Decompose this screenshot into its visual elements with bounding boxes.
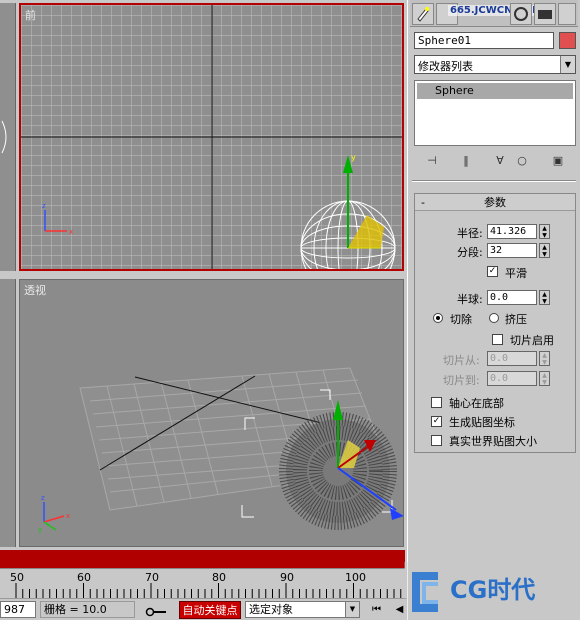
slice-from-spinner[interactable]: ▲ ▼	[539, 351, 550, 366]
front-viewport-label[interactable]: 前	[25, 7, 36, 23]
real-world-map-label: 真实世界贴图大小	[449, 435, 537, 448]
base-to-pivot-checkbox[interactable]	[431, 397, 442, 408]
app-window: y z x 前 z x y 透视 50 60 70 80 90 100 987 …	[0, 0, 580, 620]
chevron-down-icon[interactable]: ▼	[345, 602, 359, 617]
coordinate-field[interactable]: 987	[0, 601, 36, 618]
segments-label: 分段:	[457, 246, 483, 259]
stack-toolbar: ⊣ ‖ ∀ ○ ▣	[414, 151, 576, 173]
cg-logo: CG时代	[404, 562, 580, 620]
perspective-viewport[interactable]: z x y 透视	[19, 279, 404, 547]
configure-sets-icon[interactable]: ▣	[550, 153, 566, 169]
object-name-input[interactable]: Sphere01	[414, 32, 554, 49]
chevron-down-icon[interactable]: ▼	[560, 56, 575, 73]
create-tab-icon[interactable]	[412, 3, 434, 25]
svg-text:x: x	[66, 512, 70, 520]
slice-to-label: 切片到:	[443, 374, 480, 387]
hemisphere-label: 半球:	[457, 293, 483, 306]
parameters-rollout-header[interactable]: - 参数	[415, 194, 575, 211]
svg-text:y: y	[351, 153, 356, 162]
auto-key-button[interactable]: 自动关键点	[179, 601, 241, 619]
real-world-map-checkbox[interactable]	[431, 435, 442, 446]
front-viewport[interactable]: y z x 前	[19, 3, 404, 271]
cg-logo-text: CG时代	[450, 576, 536, 604]
show-end-result-icon[interactable]: ‖	[458, 153, 474, 169]
left-viewport-edge-lower[interactable]	[0, 279, 16, 547]
slice-to-spinner[interactable]: ▲ ▼	[539, 371, 550, 386]
squash-label: 挤压	[505, 313, 527, 326]
base-to-pivot-label: 轴心在底部	[449, 397, 504, 410]
timeline-bar[interactable]	[0, 550, 405, 568]
motion-tab-icon[interactable]	[510, 3, 532, 25]
tick-label: 100	[345, 571, 366, 584]
svg-text:x: x	[69, 228, 73, 236]
front-viewport-canvas: y z x	[21, 5, 402, 269]
slice-on-label: 切片启用	[510, 334, 554, 347]
chop-radio[interactable]	[433, 313, 443, 323]
svg-text:y: y	[38, 526, 42, 534]
command-panel: 665.JCWCN.COM Sphere01 修改器列表 ▼ Sphere ⊣ …	[407, 0, 580, 620]
modifier-list-label: 修改器列表	[418, 60, 473, 73]
gen-mapping-checkbox[interactable]: ✓	[431, 416, 442, 427]
key-icon[interactable]	[145, 607, 167, 617]
collapse-icon[interactable]: -	[421, 194, 425, 211]
hemisphere-input[interactable]: 0.0	[487, 290, 537, 305]
go-to-start-icon[interactable]: ⏮	[368, 602, 385, 618]
remove-modifier-icon[interactable]: ○	[514, 153, 530, 169]
parameters-rollout: - 参数 半径: 41.326 ▲ ▼ 分段: 32 ▲ ▼ ✓ 平滑 半球: 0.…	[414, 193, 576, 453]
command-panel-tabs: 665.JCWCN.COM	[410, 0, 578, 27]
hemisphere-spinner[interactable]: ▲ ▼	[539, 290, 550, 305]
segments-spinner[interactable]: ▲ ▼	[539, 243, 550, 258]
tick-label: 50	[10, 571, 24, 584]
squash-radio[interactable]	[489, 313, 499, 323]
modifier-stack[interactable]: Sphere	[414, 80, 576, 146]
smooth-checkbox[interactable]: ✓	[487, 266, 498, 277]
selection-dropdown[interactable]: 选定对象 ▼	[245, 601, 360, 618]
tick-label: 70	[145, 571, 159, 584]
pin-stack-icon[interactable]: ⊣	[424, 153, 440, 169]
slice-on-checkbox[interactable]	[492, 334, 503, 345]
slice-from-input[interactable]: 0.0	[487, 351, 537, 366]
perspective-viewport-label[interactable]: 透视	[24, 282, 46, 298]
svg-text:z: z	[42, 202, 46, 210]
radius-label: 半径:	[457, 227, 483, 240]
tick-label: 80	[212, 571, 226, 584]
perspective-viewport-canvas: z x y	[38, 367, 403, 534]
radius-input[interactable]: 41.326	[487, 224, 537, 239]
modifier-list-dropdown[interactable]: 修改器列表 ▼	[414, 55, 576, 74]
slice-from-label: 切片从:	[443, 354, 480, 367]
left-viewport-edge[interactable]	[0, 3, 16, 271]
time-slider-track[interactable]: 50 60 70 80 90 100	[0, 568, 405, 598]
tick-label: 90	[280, 571, 294, 584]
display-tab-icon[interactable]	[534, 3, 556, 25]
object-color-swatch[interactable]	[559, 32, 576, 49]
divider	[412, 180, 576, 182]
grid-size-readout: 栅格 = 10.0	[40, 601, 135, 618]
chop-label: 切除	[450, 313, 472, 326]
utilities-tab-icon[interactable]	[558, 3, 576, 25]
smooth-label: 平滑	[505, 267, 527, 280]
make-unique-icon[interactable]: ∀	[492, 153, 508, 169]
svg-text:z: z	[41, 494, 45, 502]
stack-item-sphere[interactable]: Sphere	[417, 83, 573, 99]
radius-spinner[interactable]: ▲ ▼	[539, 224, 550, 239]
parameters-title: 参数	[484, 196, 506, 209]
gen-mapping-label: 生成贴图坐标	[449, 416, 515, 429]
selection-dropdown-value: 选定对象	[249, 603, 293, 616]
tick-label: 60	[77, 571, 91, 584]
segments-input[interactable]: 32	[487, 243, 537, 258]
slice-to-input[interactable]: 0.0	[487, 371, 537, 386]
